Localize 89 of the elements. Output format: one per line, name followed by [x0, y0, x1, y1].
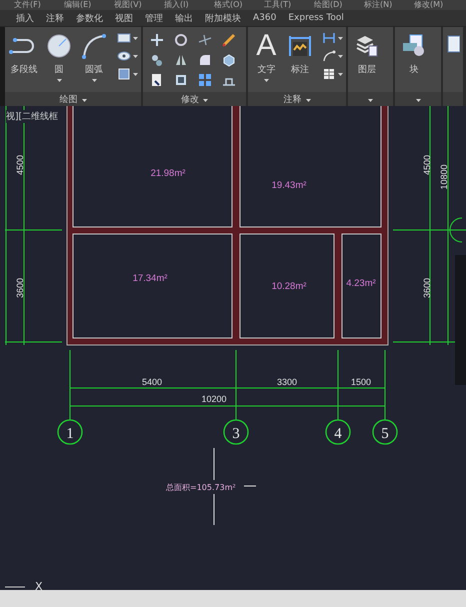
move-arrows-icon[interactable]: [150, 33, 164, 47]
dimension-label: 1500: [350, 377, 372, 387]
tool-label[interactable]: 圆弧: [85, 63, 103, 76]
viewport-label[interactable]: 视][二维线框: [6, 110, 58, 123]
room-area-label: 10.28m²: [272, 281, 306, 292]
block-icon[interactable]: [401, 34, 427, 58]
ribbon-tab[interactable]: 管理: [145, 12, 163, 24]
ribbon-tab[interactable]: 输出: [175, 12, 193, 24]
room-area-label: 19.43m²: [272, 180, 306, 191]
caret-icon[interactable]: [56, 79, 62, 82]
ribbon-tab[interactable]: 附加模块: [205, 12, 241, 24]
menu-item[interactable]: 视图(V): [114, 0, 164, 10]
tool-label[interactable]: 块: [410, 63, 418, 76]
dots-icon[interactable]: [150, 53, 164, 67]
caret-icon[interactable]: [416, 99, 420, 102]
axis-bubble: [223, 419, 249, 445]
square-icon[interactable]: [117, 68, 131, 80]
menu-item[interactable]: 文件(F): [14, 0, 64, 10]
ribbon-tab[interactable]: 插入: [16, 12, 34, 24]
dimension-label: 4500: [15, 154, 25, 176]
tool-label[interactable]: 圆: [54, 63, 64, 76]
dimension-label: 3300: [276, 377, 298, 387]
caret-icon[interactable]: [368, 99, 373, 102]
square-outline-icon[interactable]: [174, 73, 188, 87]
dimension-label: 10200: [201, 394, 227, 404]
ribbon-tab[interactable]: A360: [253, 13, 276, 23]
table-icon[interactable]: [322, 68, 336, 80]
caret-icon[interactable]: [92, 79, 96, 82]
tool-label[interactable]: 图层: [358, 63, 376, 76]
ellipse-icon[interactable]: [117, 50, 131, 62]
ring-icon[interactable]: [174, 33, 188, 47]
axis-bubble: [325, 419, 351, 445]
dimension-icon[interactable]: [288, 34, 312, 58]
dimension-label: 3600: [15, 278, 25, 298]
axis-number: 5: [381, 426, 389, 442]
line-icon[interactable]: [198, 33, 212, 47]
ribbon-tab[interactable]: 注释: [46, 12, 64, 24]
tool-label[interactable]: 标注: [290, 63, 309, 76]
axis-number: 4: [334, 426, 342, 442]
caret-icon[interactable]: [338, 72, 343, 76]
ribbon-tab[interactable]: 视图: [115, 12, 133, 24]
dimension-label: 3600: [422, 278, 432, 298]
tool-label[interactable]: 多段线: [10, 63, 38, 76]
circle-icon[interactable]: [46, 33, 72, 59]
axis-bubble: [372, 419, 398, 445]
caret-icon[interactable]: [133, 54, 138, 58]
ucs-axis-label: X: [35, 580, 43, 590]
room-area-label: 17.34m²: [132, 273, 168, 284]
caret-icon[interactable]: [264, 79, 269, 82]
menu-item[interactable]: 格式(O): [214, 0, 264, 10]
ribbon-tab[interactable]: 参数化: [76, 12, 103, 24]
pencil-icon[interactable]: [222, 33, 236, 47]
menu-item[interactable]: 工具(T): [264, 0, 314, 10]
layers-icon[interactable]: [355, 34, 379, 58]
axis-number: 1: [66, 426, 74, 442]
curve-icon[interactable]: [322, 50, 336, 62]
panel-title[interactable]: 注释: [284, 92, 302, 106]
grid-icon[interactable]: [198, 73, 212, 87]
ribbon-tab[interactable]: Express Tool: [288, 13, 344, 23]
area-readout: 总面积=105.73m²: [166, 483, 236, 492]
rectangle-icon[interactable]: [117, 32, 131, 44]
axis-bubble: [450, 218, 462, 242]
dimension-label: 10800: [439, 164, 449, 190]
caret-icon[interactable]: [338, 36, 343, 40]
caret-icon[interactable]: [133, 72, 138, 76]
triangle-icon[interactable]: [174, 53, 188, 67]
dimension-line-icon[interactable]: [322, 32, 336, 44]
letter-a-icon[interactable]: A: [256, 32, 276, 60]
menu-item[interactable]: 编辑(E): [64, 0, 114, 10]
menu-item[interactable]: 标注(N): [364, 0, 414, 10]
axis-number: 3: [232, 426, 240, 442]
room-area-label: 4.23m²: [346, 278, 376, 289]
axis-bubble: [57, 419, 83, 445]
caret-icon[interactable]: [338, 54, 343, 58]
room-area-label: 21.98m²: [150, 168, 186, 179]
dimension-label: 5400: [142, 377, 162, 387]
page-icon[interactable]: [150, 73, 164, 87]
menu-item[interactable]: 插入(I): [164, 0, 214, 10]
caret-icon[interactable]: [306, 99, 310, 102]
caret-icon[interactable]: [133, 36, 138, 40]
panel-title[interactable]: 修改: [181, 92, 199, 106]
caret-icon[interactable]: [82, 99, 86, 102]
menu-item[interactable]: 绘图(D): [314, 0, 364, 10]
caret-icon[interactable]: [203, 99, 208, 102]
dimension-label: 4500: [422, 154, 432, 176]
panel-title[interactable]: 绘图: [60, 92, 78, 106]
arc-icon[interactable]: [81, 33, 107, 59]
menu-item[interactable]: 修改(M): [414, 0, 464, 10]
tool-label[interactable]: 文字: [257, 63, 276, 76]
